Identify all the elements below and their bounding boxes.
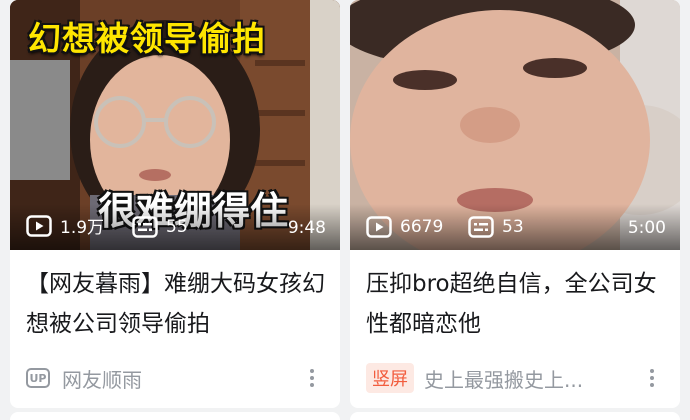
play-count: 1.9万 (26, 213, 104, 238)
video-feed: 幻想被领导偷拍 很难绷得住 1.9万 (0, 0, 690, 420)
video-thumbnail[interactable]: 6679 53 5:00 (350, 0, 680, 250)
play-count-icon (26, 214, 52, 237)
author-name[interactable]: 史上最强搬史上... (424, 364, 583, 393)
next-card-edge (10, 412, 340, 420)
play-count-value: 1.9万 (60, 218, 105, 238)
play-count-icon (366, 216, 392, 238)
video-meta: UP 网友顺雨 (26, 364, 328, 392)
danmaku-count: 53 (468, 216, 524, 238)
next-card-edge (350, 412, 680, 420)
video-card[interactable]: 幻想被领导偷拍 很难绷得住 1.9万 (10, 0, 340, 408)
play-count-value: 6679 (400, 217, 444, 237)
author-name[interactable]: 网友顺雨 (62, 364, 142, 393)
danmaku-count-value: 53 (502, 217, 524, 237)
thumbnail-stats-bar: 6679 53 5:00 (350, 204, 680, 250)
video-meta: 竖屏 史上最强搬史上... (366, 363, 668, 393)
video-duration: 5:00 (627, 218, 666, 238)
danmaku-count-icon (468, 216, 494, 238)
video-title[interactable]: 压抑bro超绝自信，全公司女性都暗恋他 (366, 264, 666, 344)
video-duration: 9:48 (287, 218, 326, 238)
thumbnail-stats-bar: 1.9万 55 9:48 (10, 204, 340, 250)
up-badge-icon: UP (26, 368, 50, 388)
video-thumbnail[interactable]: 幻想被领导偷拍 很难绷得住 1.9万 (10, 0, 340, 250)
danmaku-count-value: 55 (166, 217, 188, 237)
video-title[interactable]: 【网友暮雨】难绷大码女孩幻想被公司领导偷拍 (26, 264, 326, 344)
more-options-icon[interactable] (302, 364, 322, 392)
thumbnail-caption-top: 幻想被领导偷拍 (28, 19, 266, 58)
danmaku-count: 55 (132, 216, 188, 238)
more-options-icon[interactable] (642, 364, 662, 392)
vertical-video-tag: 竖屏 (366, 363, 414, 393)
danmaku-count-icon (132, 216, 158, 238)
play-count: 6679 (366, 216, 443, 238)
video-card[interactable]: 6679 53 5:00 压抑bro超绝自信，全公司女性都暗恋他 竖屏 史上最强… (350, 0, 680, 408)
